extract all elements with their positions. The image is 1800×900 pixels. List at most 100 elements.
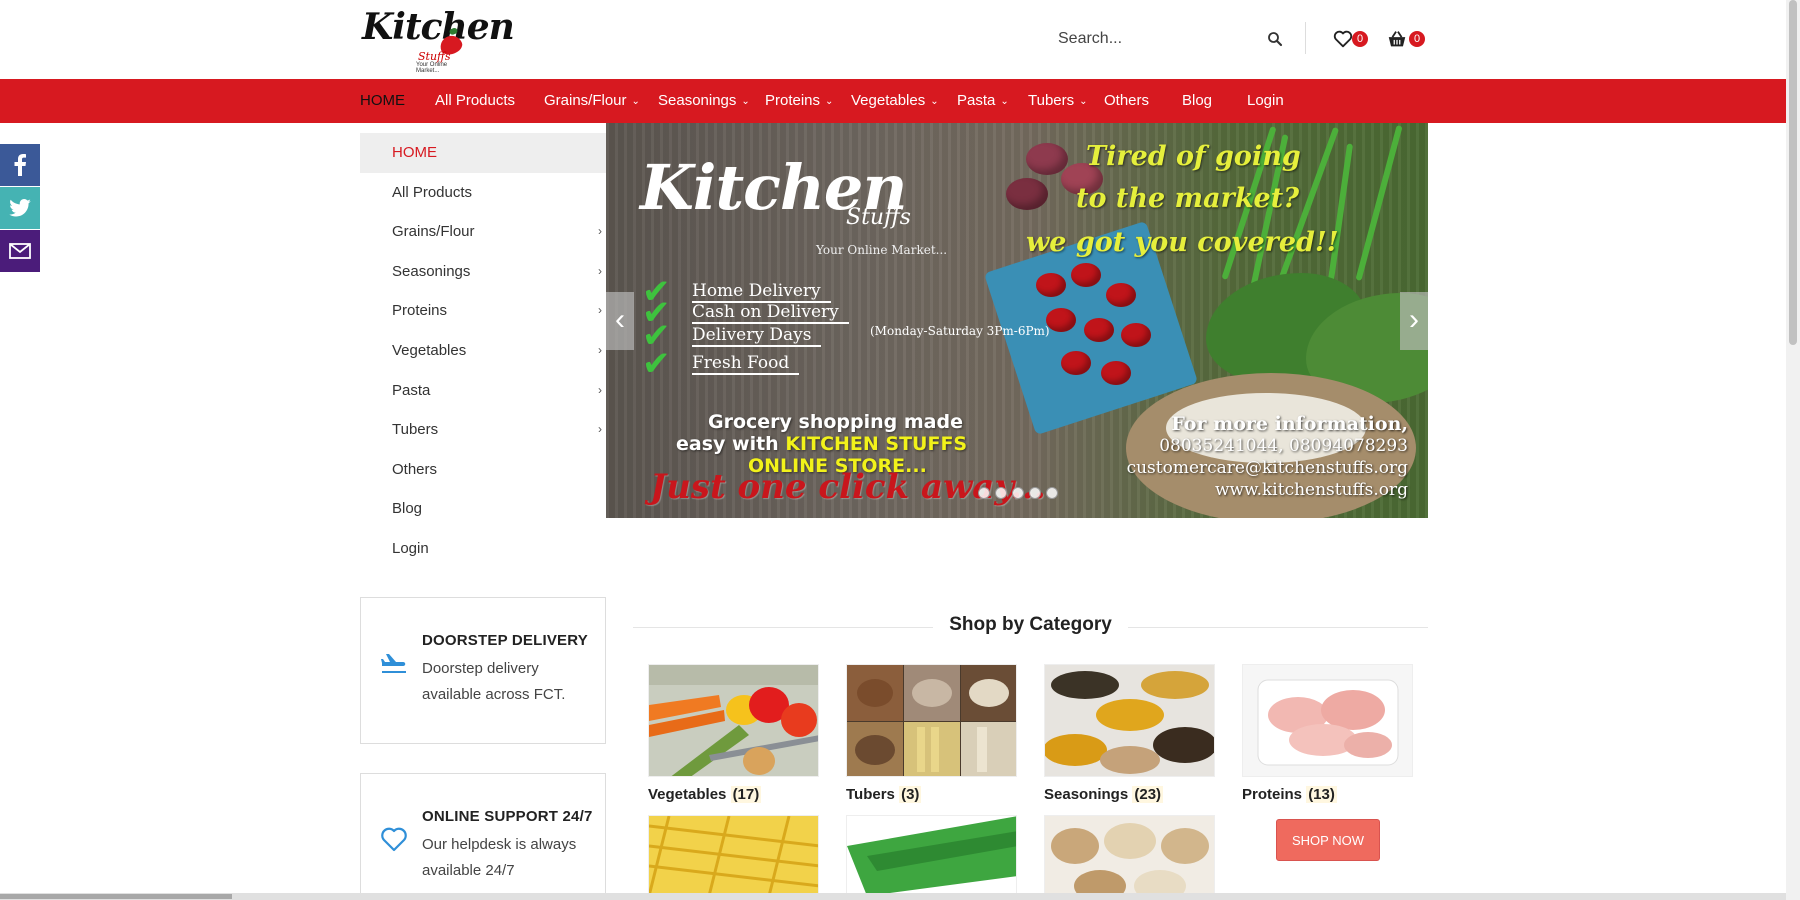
slider-dot[interactable] — [978, 487, 990, 499]
site-header: Kitchen Stuffs Your Online Market... 0 0 — [0, 0, 1786, 79]
sidebar-item-label: Grains/Flour — [392, 223, 475, 241]
slider-next-button[interactable]: › — [1400, 292, 1428, 350]
vegetables-photo — [649, 665, 818, 776]
category-image[interactable] — [1044, 664, 1215, 777]
category-image[interactable] — [1242, 664, 1413, 777]
twitter-share-button[interactable] — [0, 187, 40, 229]
hero-slider[interactable]: Kitchen Stuffs Your Online Market... ✔ Ho… — [606, 123, 1428, 518]
shop-now-button[interactable]: SHOP NOW — [1276, 819, 1380, 861]
slide-info-phone: 08035241044, 08094078293 — [1159, 436, 1408, 456]
slider-prev-button[interactable]: ‹ — [606, 292, 634, 350]
tomato-graphic — [1036, 273, 1066, 297]
sidebar-item-grains-flour[interactable]: Grains/Flour › — [360, 212, 606, 252]
twitter-icon — [9, 199, 31, 217]
slide-brand-tag: Your Online Market... — [816, 243, 948, 257]
nav-item-grains-flour[interactable]: Grains/Flour ⌄ — [544, 79, 640, 123]
feature-box-delivery: DOORSTEP DELIVERY Doorstep delivery avai… — [360, 597, 606, 744]
sidebar-item-proteins[interactable]: Proteins › — [360, 291, 606, 331]
scrollbar-thumb[interactable] — [1789, 0, 1797, 345]
category-image[interactable] — [846, 664, 1017, 777]
email-share-button[interactable] — [0, 230, 40, 272]
nav-item-others[interactable]: Others — [1104, 79, 1149, 123]
nav-label: Pasta — [957, 92, 996, 109]
feature-note: (Monday-Saturday 3Pm-6Pm) — [870, 324, 1050, 338]
nav-item-pasta[interactable]: Pasta ⌄ — [957, 79, 1009, 123]
sidebar-item-label: Vegetables — [392, 341, 467, 359]
grains-photo — [1045, 816, 1214, 894]
category-image[interactable] — [846, 815, 1017, 895]
sidebar-item-pasta[interactable]: Pasta › — [360, 371, 606, 411]
category-count: (13) — [1306, 786, 1337, 803]
category-card-grains[interactable] — [1044, 815, 1215, 895]
wishlist-heart-icon[interactable] — [1332, 28, 1354, 50]
search-input[interactable] — [1058, 24, 1258, 54]
category-label[interactable]: Vegetables (17) — [648, 786, 819, 803]
feature-box-support: ONLINE SUPPORT 24/7 Our helpdesk is alwa… — [360, 773, 606, 900]
nav-item-all-products[interactable]: All Products — [435, 79, 515, 123]
category-label[interactable]: Tubers (3) — [846, 786, 1017, 803]
category-image[interactable] — [1044, 815, 1215, 895]
vertical-scrollbar[interactable] — [1786, 0, 1800, 900]
search-icon[interactable] — [1266, 30, 1284, 48]
category-image[interactable] — [648, 815, 819, 895]
category-image[interactable] — [648, 664, 819, 777]
feature-title: ONLINE SUPPORT 24/7 — [422, 808, 593, 825]
tubers-photo — [847, 665, 1016, 776]
sidebar-item-others[interactable]: Others — [360, 450, 606, 490]
slider-dot[interactable] — [1029, 487, 1041, 499]
main-nav: HOME All Products Grains/Flour ⌄ Seasonin… — [0, 79, 1786, 123]
sidebar-item-vegetables[interactable]: Vegetables › — [360, 331, 606, 371]
nav-item-login[interactable]: Login — [1247, 79, 1284, 123]
slide-headline-2: to the market? — [1076, 183, 1300, 214]
potato-graphic — [1006, 178, 1048, 210]
feature-description: Our helpdesk is always available 24/7 — [422, 836, 577, 879]
category-card-vegetables[interactable]: Vegetables (17) — [648, 664, 819, 803]
chevron-down-icon: ⌄ — [1000, 96, 1009, 107]
sidebar-item-login[interactable]: Login — [360, 529, 606, 569]
nav-item-proteins[interactable]: Proteins ⌄ — [765, 79, 833, 123]
cart-basket-icon[interactable] — [1386, 28, 1408, 50]
site-logo[interactable]: Kitchen Stuffs Your Online Market... — [360, 4, 515, 74]
nav-item-blog[interactable]: Blog — [1182, 79, 1212, 123]
sidebar-item-home[interactable]: HOME — [360, 133, 606, 173]
nav-item-vegetables[interactable]: Vegetables ⌄ — [851, 79, 939, 123]
feature-text: Cash on Delivery — [692, 302, 849, 324]
category-card-pasta[interactable] — [648, 815, 819, 895]
section-title: Shop by Category — [933, 614, 1128, 635]
chevron-down-icon: ⌄ — [631, 96, 640, 107]
sidebar-item-label: Proteins — [392, 302, 448, 320]
tomato-graphic — [1121, 323, 1151, 347]
category-card-proteins[interactable]: Proteins (13) — [1242, 664, 1413, 803]
nav-item-tubers[interactable]: Tubers ⌄ — [1028, 79, 1088, 123]
checkmark-icon: ✔ — [642, 345, 671, 383]
slider-dot[interactable] — [1046, 487, 1058, 499]
nav-label: Others — [1104, 92, 1150, 109]
heart-icon — [381, 827, 407, 852]
sidebar-item-all-products[interactable]: All Products — [360, 173, 606, 213]
category-card-tubers[interactable]: Tubers (3) — [846, 664, 1017, 803]
sidebar-item-seasonings[interactable]: Seasonings › — [360, 252, 606, 292]
sidebar-item-label: Login — [392, 539, 429, 557]
sidebar-item-tubers[interactable]: Tubers › — [360, 410, 606, 450]
slide-feature: ✔ Fresh Food — [642, 347, 962, 381]
category-card-greens[interactable] — [846, 815, 1017, 895]
potato-graphic — [1026, 143, 1068, 175]
slide-info-title: For more information, — [1171, 413, 1408, 435]
tomato-graphic — [1084, 318, 1114, 342]
slide-promo-2: easy with KITCHEN STUFFS — [676, 433, 967, 455]
facebook-share-button[interactable] — [0, 144, 40, 186]
scrollbar-thumb[interactable] — [0, 894, 232, 899]
category-label[interactable]: Seasonings (23) — [1044, 786, 1215, 803]
category-name: Seasonings — [1044, 786, 1129, 803]
nav-label: Blog — [1182, 92, 1213, 109]
horizontal-scrollbar[interactable] — [0, 893, 1786, 900]
nav-item-home[interactable]: HOME — [360, 79, 405, 123]
nav-item-seasonings[interactable]: Seasonings ⌄ — [658, 79, 750, 123]
category-label[interactable]: Proteins (13) — [1242, 786, 1413, 803]
sidebar-item-label: Seasonings — [392, 262, 471, 280]
slider-dot[interactable] — [1012, 487, 1024, 499]
slider-dot[interactable] — [995, 487, 1007, 499]
sidebar-item-blog[interactable]: Blog — [360, 489, 606, 529]
category-card-seasonings[interactable]: Seasonings (23) — [1044, 664, 1215, 803]
chevron-down-icon: ⌄ — [741, 96, 750, 107]
